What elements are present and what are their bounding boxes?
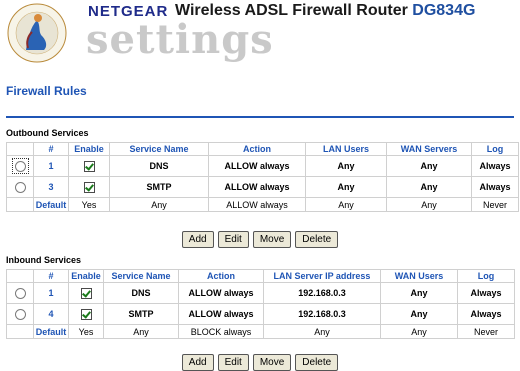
col-lan-server-ip: LAN Server IP address bbox=[264, 270, 380, 282]
action: ALLOW always bbox=[209, 177, 305, 197]
col-enable: Enable bbox=[69, 270, 103, 282]
service-name: SMTP bbox=[104, 304, 178, 324]
default-rule-label[interactable]: Default bbox=[34, 198, 68, 211]
lan-users: Any bbox=[306, 177, 386, 197]
rule-index: 1 bbox=[34, 283, 68, 303]
header: NETGEAR Wireless ADSL Firewall Router DG… bbox=[0, 0, 520, 66]
delete-button[interactable]: Delete bbox=[295, 231, 339, 248]
default-rule-row: Default Yes Any BLOCK always Any Any Nev… bbox=[7, 325, 514, 338]
enable-checkbox[interactable] bbox=[80, 308, 92, 320]
outbound-button-row: Add Edit Move Delete bbox=[0, 231, 520, 248]
outbound-section-title: Outbound Services bbox=[6, 128, 89, 138]
lan-users: Any bbox=[306, 198, 386, 211]
table-row: 1 DNS ALLOW always Any Any Always bbox=[7, 156, 518, 176]
log: Always bbox=[458, 304, 514, 324]
col-wan-users: WAN Users bbox=[381, 270, 457, 282]
enable-value: Yes bbox=[69, 198, 109, 211]
move-button[interactable]: Move bbox=[252, 354, 292, 371]
action: ALLOW always bbox=[209, 156, 305, 176]
row-select-radio[interactable] bbox=[14, 181, 26, 193]
enable-checkbox[interactable] bbox=[83, 181, 95, 193]
service-name: DNS bbox=[110, 156, 208, 176]
model-name: DG834G bbox=[412, 2, 476, 19]
inbound-services-table: # Enable Service Name Action LAN Server … bbox=[6, 269, 515, 339]
table-row: 1 DNS ALLOW always 192.168.0.3 Any Alway… bbox=[7, 283, 514, 303]
service-name: SMTP bbox=[110, 177, 208, 197]
lan-users: Any bbox=[306, 156, 386, 176]
log: Always bbox=[472, 177, 518, 197]
col-action: Action bbox=[209, 143, 305, 155]
default-rule-label[interactable]: Default bbox=[34, 325, 68, 338]
lan-server-ip: 192.168.0.3 bbox=[264, 283, 380, 303]
edit-button[interactable]: Edit bbox=[217, 231, 249, 248]
service-name: Any bbox=[104, 325, 178, 338]
wan-users: Any bbox=[381, 283, 457, 303]
row-select-radio[interactable] bbox=[11, 158, 29, 174]
log: Never bbox=[458, 325, 514, 338]
default-rule-row: Default Yes Any ALLOW always Any Any Nev… bbox=[7, 198, 518, 211]
col-service-name: Service Name bbox=[104, 270, 178, 282]
wan-servers: Any bbox=[387, 156, 471, 176]
wan-users: Any bbox=[381, 304, 457, 324]
col-service-name: Service Name bbox=[110, 143, 208, 155]
log: Never bbox=[472, 198, 518, 211]
netgear-logo bbox=[7, 3, 67, 63]
col-index: # bbox=[34, 143, 68, 155]
wan-servers: Any bbox=[387, 177, 471, 197]
table-row: 4 SMTP ALLOW always 192.168.0.3 Any Alwa… bbox=[7, 304, 514, 324]
log: Always bbox=[472, 156, 518, 176]
add-button[interactable]: Add bbox=[181, 231, 214, 248]
action: ALLOW always bbox=[179, 283, 263, 303]
settings-banner: settings bbox=[86, 16, 274, 63]
lan-server-ip: Any bbox=[264, 325, 380, 338]
row-select-radio[interactable] bbox=[14, 308, 26, 320]
rule-index: 4 bbox=[34, 304, 68, 324]
inbound-button-row: Add Edit Move Delete bbox=[0, 354, 520, 371]
service-name: Any bbox=[110, 198, 208, 211]
action: BLOCK always bbox=[179, 325, 263, 338]
table-header-row: # Enable Service Name Action LAN Server … bbox=[7, 270, 514, 282]
col-wan-servers: WAN Servers bbox=[387, 143, 471, 155]
col-lan-users: LAN Users bbox=[306, 143, 386, 155]
row-select-radio[interactable] bbox=[14, 287, 26, 299]
add-button[interactable]: Add bbox=[181, 354, 214, 371]
rule-index: 3 bbox=[34, 177, 68, 197]
title-divider bbox=[6, 116, 514, 118]
rule-index: 1 bbox=[34, 156, 68, 176]
col-enable: Enable bbox=[69, 143, 109, 155]
col-index: # bbox=[34, 270, 68, 282]
action: ALLOW always bbox=[179, 304, 263, 324]
delete-button[interactable]: Delete bbox=[295, 354, 339, 371]
lan-server-ip: 192.168.0.3 bbox=[264, 304, 380, 324]
outbound-services-table: # Enable Service Name Action LAN Users W… bbox=[6, 142, 519, 212]
enable-checkbox[interactable] bbox=[83, 160, 95, 172]
col-log: Log bbox=[472, 143, 518, 155]
edit-button[interactable]: Edit bbox=[217, 354, 249, 371]
col-select bbox=[7, 143, 33, 155]
action: ALLOW always bbox=[209, 198, 305, 211]
table-header-row: # Enable Service Name Action LAN Users W… bbox=[7, 143, 518, 155]
wan-users: Any bbox=[381, 325, 457, 338]
col-select bbox=[7, 270, 33, 282]
enable-value: Yes bbox=[69, 325, 103, 338]
inbound-section-title: Inbound Services bbox=[6, 255, 82, 265]
enable-checkbox[interactable] bbox=[80, 287, 92, 299]
wan-servers: Any bbox=[387, 198, 471, 211]
table-row: 3 SMTP ALLOW always Any Any Always bbox=[7, 177, 518, 197]
log: Always bbox=[458, 283, 514, 303]
col-action: Action bbox=[179, 270, 263, 282]
service-name: DNS bbox=[104, 283, 178, 303]
col-log: Log bbox=[458, 270, 514, 282]
page-title: Firewall Rules bbox=[6, 84, 87, 98]
move-button[interactable]: Move bbox=[252, 231, 292, 248]
